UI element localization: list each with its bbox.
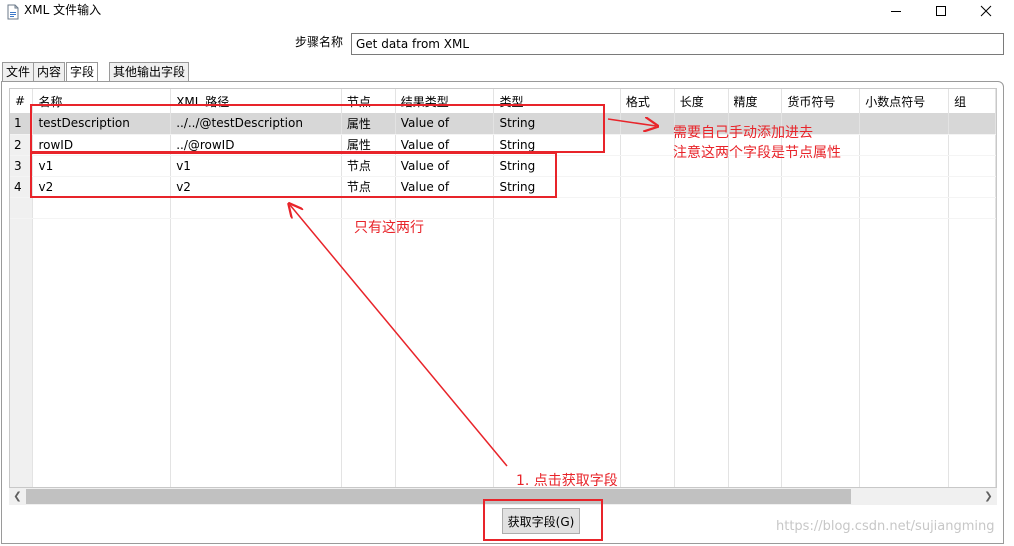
cell-name[interactable]: testDescription	[32, 113, 172, 135]
tab-file[interactable]: 文件	[2, 62, 35, 81]
column-header-type[interactable]: 类型	[493, 89, 621, 113]
row-number: 4	[10, 176, 34, 198]
column-header-format[interactable]: 格式	[620, 89, 675, 113]
table-row-empty	[10, 197, 996, 219]
cell-format[interactable]	[620, 113, 675, 135]
column-header-xml-path[interactable]: XML 路径	[170, 89, 342, 113]
table-row[interactable]: 2 rowID ../@rowID 属性 Value of String	[10, 134, 996, 156]
scroll-right-arrow-icon[interactable]: ❯	[980, 488, 997, 505]
cell-type[interactable]: String	[493, 113, 621, 135]
table-row[interactable]: 3 v1 v1 节点 Value of String	[10, 155, 996, 177]
tab-other-output-fields[interactable]: 其他输出字段	[109, 62, 190, 81]
tab-content[interactable]: 内容	[33, 62, 66, 81]
cell-node[interactable]: 节点	[341, 155, 396, 177]
column-header-group[interactable]: 组	[948, 89, 996, 113]
column-header-name[interactable]: 名称	[32, 89, 172, 113]
cell-name[interactable]: v1	[32, 155, 172, 177]
close-button[interactable]	[963, 0, 1009, 22]
column-header-currency[interactable]: 货币符号	[781, 89, 861, 113]
cell-name[interactable]: rowID	[32, 134, 172, 156]
row-number: 2	[10, 134, 34, 156]
fields-table: ^ # 名称 XML 路径 节点 结果类型 类型 格式 长度 精度 货币符号 小数…	[9, 88, 997, 488]
sort-caret-icon: ^	[17, 89, 25, 96]
cell-xml-path[interactable]: ../../@testDescription	[170, 113, 342, 135]
step-name-input[interactable]	[351, 33, 1004, 55]
cell-format[interactable]	[620, 155, 675, 177]
cell-node[interactable]: 属性	[341, 113, 396, 135]
cell-result-type[interactable]: Value of	[395, 113, 495, 135]
cell-type[interactable]: String	[493, 155, 621, 177]
column-header-precision[interactable]: 精度	[728, 89, 783, 113]
watermark: https://blog.csdn.net/sujiangming	[776, 519, 995, 534]
column-header-node[interactable]: 节点	[341, 89, 396, 113]
cell-decimal[interactable]	[859, 176, 950, 198]
annotation-manual-add-note: 需要自己手动添加进去	[673, 125, 813, 141]
cell-group[interactable]	[948, 176, 996, 198]
column-header-result-type[interactable]: 结果类型	[395, 89, 495, 113]
cell-node[interactable]: 节点	[341, 176, 396, 198]
cell-result-type[interactable]: Value of	[395, 155, 495, 177]
row-number: 3	[10, 155, 34, 177]
cell-currency[interactable]	[781, 176, 861, 198]
cell-result-type[interactable]: Value of	[395, 134, 495, 156]
cell-xml-path[interactable]: ../@rowID	[170, 134, 342, 156]
cell-xml-path[interactable]: v1	[170, 155, 342, 177]
cell-decimal[interactable]	[859, 113, 950, 135]
column-header-length[interactable]: 长度	[674, 89, 729, 113]
get-fields-button[interactable]: 获取字段(G)	[502, 508, 580, 534]
cell-group[interactable]	[948, 134, 996, 156]
horizontal-scrollbar[interactable]: ❮ ❯	[9, 488, 997, 505]
cell-precision[interactable]	[728, 176, 783, 198]
cell-decimal[interactable]	[859, 134, 950, 156]
scrollbar-thumb[interactable]	[26, 489, 851, 504]
column-header-index[interactable]: ^ #	[10, 89, 34, 113]
tab-fields[interactable]: 字段	[66, 62, 99, 82]
row-number: 1	[10, 113, 34, 135]
cell-length[interactable]	[674, 176, 729, 198]
window-title: XML 文件输入	[24, 3, 102, 17]
maximize-button[interactable]	[918, 0, 964, 22]
column-header-decimal[interactable]: 小数点符号	[859, 89, 950, 113]
cell-type[interactable]: String	[493, 176, 621, 198]
annotation-only-two-rows: 只有这两行	[354, 220, 424, 236]
cell-type[interactable]: String	[493, 134, 621, 156]
table-row[interactable]: 1 testDescription ../../@testDescription…	[10, 113, 996, 135]
step-name-label: 步骤名称	[295, 35, 344, 49]
xml-file-icon	[7, 4, 19, 20]
annotation-click-get-fields: 1. 点击获取字段	[516, 473, 618, 489]
cell-format[interactable]	[620, 176, 675, 198]
close-icon	[980, 5, 992, 17]
cell-result-type[interactable]: Value of	[395, 176, 495, 198]
cell-group[interactable]	[948, 113, 996, 135]
cell-decimal[interactable]	[859, 155, 950, 177]
annotation-attribute-note: 注意这两个字段是节点属性	[673, 145, 841, 161]
maximize-icon	[936, 6, 946, 16]
cell-xml-path[interactable]: v2	[170, 176, 342, 198]
table-row-empty	[10, 218, 996, 487]
minimize-button[interactable]	[873, 0, 919, 22]
cell-format[interactable]	[620, 134, 675, 156]
cell-name[interactable]: v2	[32, 176, 172, 198]
scroll-left-arrow-icon[interactable]: ❮	[9, 488, 26, 505]
cell-node[interactable]: 属性	[341, 134, 396, 156]
table-row[interactable]: 4 v2 v2 节点 Value of String	[10, 176, 996, 198]
table-header-row: ^ # 名称 XML 路径 节点 结果类型 类型 格式 长度 精度 货币符号 小数…	[10, 89, 996, 113]
title-bar: XML 文件输入	[0, 0, 1014, 30]
minimize-icon	[891, 11, 901, 12]
cell-group[interactable]	[948, 155, 996, 177]
